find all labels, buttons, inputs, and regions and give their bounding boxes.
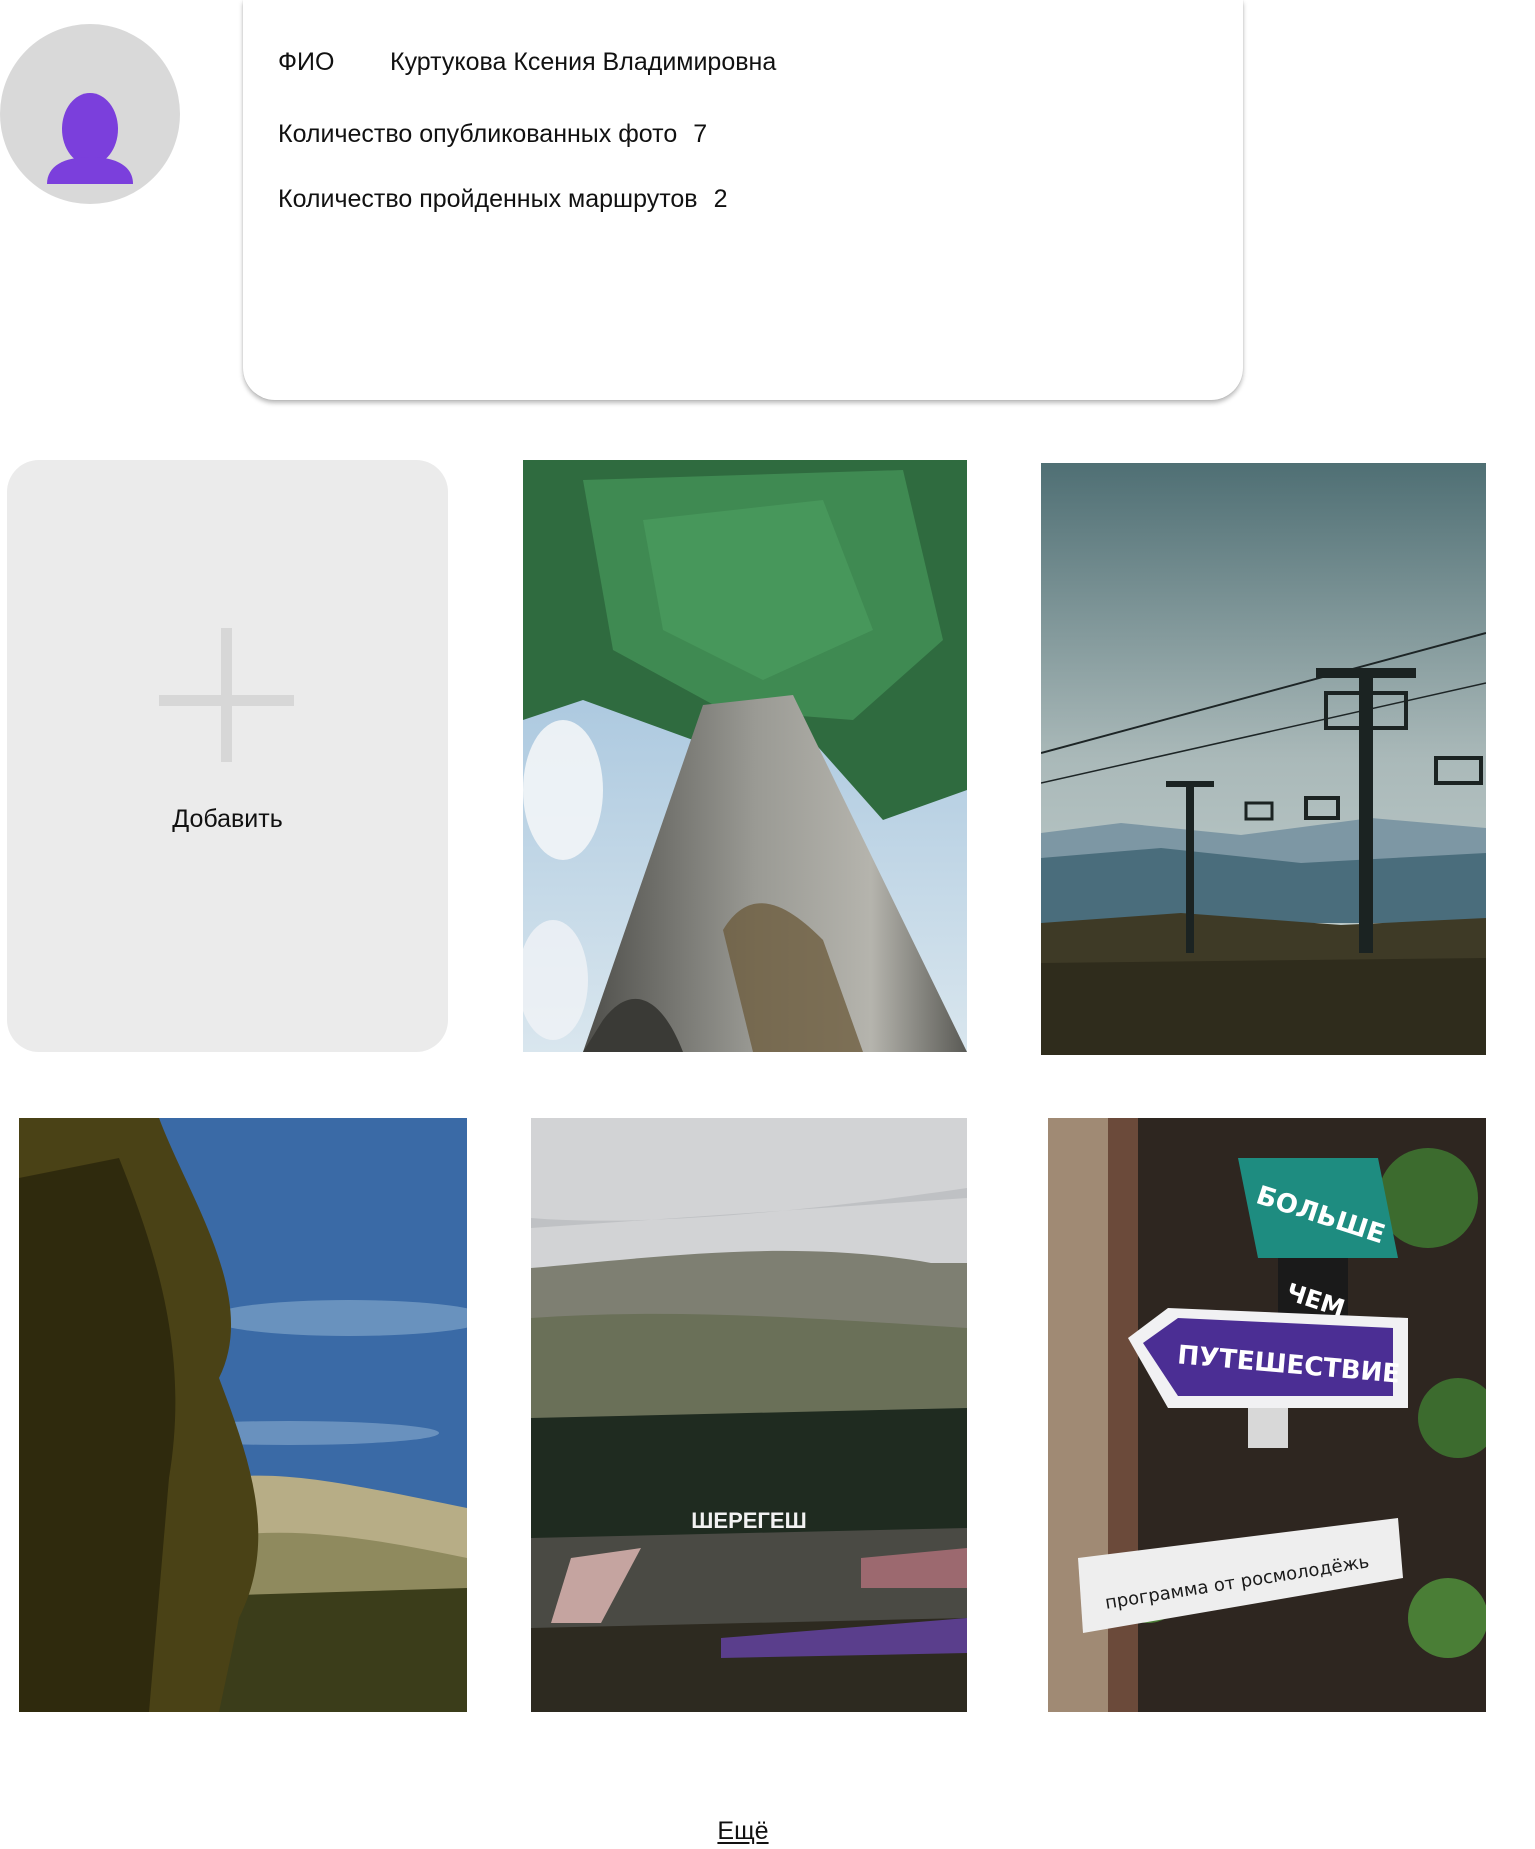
travel-sign-image: БОЛЬШЕ ЧЕМ ПУТЕШЕСТВИЕ программа от росм… [1048,1118,1486,1712]
routes-count-value: 2 [713,185,728,213]
add-photo-label: Добавить [172,805,283,833]
fio-label: ФИО [278,48,335,76]
more-link-container: Ещё [0,1816,1486,1846]
add-photo-button[interactable]: Добавить [7,460,448,1052]
photos-count-row: Количество опубликованных фото 7 [278,119,707,149]
travel-sign-photo[interactable]: БОЛЬШЕ ЧЕМ ПУТЕШЕСТВИЕ программа от росм… [1048,1118,1486,1712]
plus-icon-horizontal [159,695,294,706]
more-link[interactable]: Ещё [717,1817,768,1845]
photos-count-label: Количество опубликованных фото [278,120,678,148]
routes-count-label: Количество пройденных маршрутов [278,185,698,213]
resort-text: ШЕРЕГЕШ [691,1508,806,1533]
ski-resort-image: ШЕРЕГЕШ [531,1118,967,1712]
pine-hill-image [19,1118,467,1712]
avatar[interactable] [0,24,180,204]
fio-value: Куртукова Ксения Владимировна [390,48,777,76]
fio-row: ФИО Куртукова Ксения Владимировна [278,47,776,77]
profile-info-card: ФИО Куртукова Ксения Владимировна Количе… [243,0,1243,400]
ski-lift-photo[interactable] [1041,463,1486,1055]
pine-hill-photo[interactable] [19,1118,467,1712]
user-silhouette-icon [47,93,133,184]
ski-lift-image [1041,463,1486,1055]
routes-count-row: Количество пройденных маршрутов 2 [278,184,727,214]
tree-trunk-image [523,460,967,1052]
ski-resort-photo[interactable]: ШЕРЕГЕШ [531,1118,967,1712]
tree-trunk-photo[interactable] [523,460,967,1052]
photos-count-value: 7 [693,120,708,148]
